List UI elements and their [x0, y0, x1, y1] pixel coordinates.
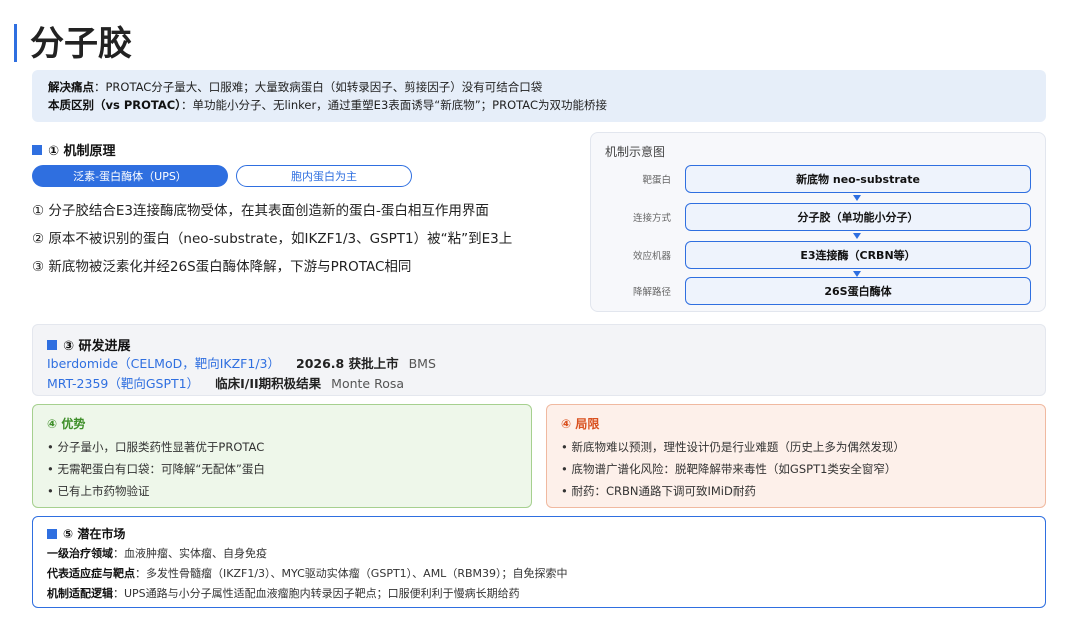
- progress-heading: ③ 研发进展: [47, 335, 1031, 354]
- progress-heading-text: ③ 研发进展: [63, 339, 131, 354]
- drug-company: BMS: [408, 356, 436, 371]
- diagram-row-pathway: 降解路径 26S蛋白酶体: [605, 277, 1031, 305]
- drug-status: 2026.8 获批上市: [296, 356, 399, 371]
- difference-text: ：单功能小分子、无linker，通过重塑E3表面诱导“新底物”；PROTAC为双…: [180, 98, 607, 112]
- pain-point-row: 解决痛点：PROTAC分子量大、口服难；大量致病蛋白（如转录因子、剪接因子）没有…: [48, 78, 1030, 96]
- limitation-item: • 耐药：CRBN通路下调可致IMiD耐药: [561, 484, 756, 498]
- mechanism-step: ② 原本不被识别的蛋白（neo-substrate，如IKZF1/3、GSPT1…: [32, 231, 513, 247]
- advantage-item: • 已有上市药物验证: [47, 484, 150, 498]
- down-arrow-icon: [853, 233, 861, 239]
- market-heading: ⑤ 潜在市场: [47, 525, 1031, 542]
- tab-intracellular[interactable]: 胞内蛋白为主: [236, 165, 412, 187]
- limitation-item: • 新底物难以预测，理性设计仍是行业难题（历史上多为偶然发现）: [561, 440, 905, 454]
- diagram-row-linker: 连接方式 分子胶（单功能小分子）: [605, 203, 1031, 231]
- diagram-row-label: 靶蛋白: [642, 175, 671, 186]
- limitation-item: • 底物谱广谱化风险：脱靶降解带来毒性（如GSPT1类安全窗窄）: [561, 462, 897, 476]
- limitations-card: ④ 局限 • 新底物难以预测，理性设计仍是行业难题（历史上多为偶然发现） • 底…: [546, 404, 1046, 508]
- diagram-box: 分子胶（单功能小分子）: [685, 203, 1031, 231]
- advantages-card: ④ 优势 • 分子量小，口服类药性显著优于PROTAC • 无需靶蛋白有口袋：可…: [32, 404, 532, 508]
- market-row-label: 代表适应症与靶点: [47, 567, 135, 580]
- summary-banner: 解决痛点：PROTAC分子量大、口服难；大量致病蛋白（如转录因子、剪接因子）没有…: [32, 70, 1046, 122]
- market-row-label: 一级治疗领域: [47, 547, 113, 560]
- difference-label: 本质区别（vs PROTAC）: [48, 98, 181, 112]
- difference-row: 本质区别（vs PROTAC）：单功能小分子、无linker，通过重塑E3表面诱…: [48, 96, 1030, 114]
- progress-item: MRT-2359（靶向GSPT1） 临床I/II期积极结果 Monte Rosa: [47, 374, 1031, 394]
- pain-point-label: 解决痛点: [48, 80, 94, 94]
- market-row-text: ：血液肿瘤、实体瘤、自身免疫: [113, 547, 267, 560]
- advantages-heading: ④ 优势: [47, 417, 86, 431]
- diagram-box: 26S蛋白酶体: [685, 277, 1031, 305]
- diagram-row-label: 连接方式: [632, 213, 671, 224]
- advantage-item: • 无需靶蛋白有口袋：可降解“无配体”蛋白: [47, 462, 265, 476]
- square-bullet-icon: [47, 339, 57, 350]
- tab-ups[interactable]: 泛素-蛋白酶体（UPS）: [32, 165, 228, 187]
- mechanism-section: ① 机制原理 泛素-蛋白酶体（UPS） 胞内蛋白为主 ① 分子胶结合E3连接酶底…: [32, 140, 572, 281]
- progress-section: ③ 研发进展 Iberdomide（CELMoD，靶向IKZF1/3） 2026.…: [32, 324, 1046, 396]
- down-arrow-icon: [853, 195, 861, 201]
- title-accent-bar: [14, 24, 17, 62]
- diagram-row-label: 降解路径: [632, 287, 671, 298]
- pain-point-text: ：PROTAC分子量大、口服难；大量致病蛋白（如转录因子、剪接因子）没有可结合口…: [94, 80, 543, 94]
- mechanism-heading: ① 机制原理: [32, 140, 572, 159]
- page-title: 分子胶: [30, 24, 132, 64]
- drug-status: 临床I/II期积极结果: [215, 376, 322, 391]
- market-row-text: ：多发性骨髓瘤（IKZF1/3）、MYC驱动实体瘤（GSPT1）、AML（RBM…: [135, 567, 568, 580]
- diagram-row-target: 靶蛋白 新底物 neo-substrate: [605, 165, 1031, 193]
- market-row-label: 机制适配逻辑: [47, 587, 113, 600]
- market-row: 一级治疗领域：血液肿瘤、实体瘤、自身免疫: [47, 544, 1031, 564]
- diagram-row-label: 效应机器: [632, 251, 671, 262]
- market-row: 代表适应症与靶点：多发性骨髓瘤（IKZF1/3）、MYC驱动实体瘤（GSPT1）…: [47, 564, 1031, 584]
- mechanism-steps: ① 分子胶结合E3连接酶底物受体，在其表面创造新的蛋白-蛋白相互作用界面 ② 原…: [32, 197, 572, 281]
- progress-item: Iberdomide（CELMoD，靶向IKZF1/3） 2026.8 获批上市 B…: [47, 354, 1031, 374]
- square-bullet-icon: [47, 528, 57, 539]
- mechanism-step: ③ 新底物被泛素化并经26S蛋白酶体降解，下游与PROTAC相同: [32, 259, 412, 275]
- diagram-box: 新底物 neo-substrate: [685, 165, 1031, 193]
- market-heading-text: ⑤ 潜在市场: [63, 527, 126, 541]
- limitations-heading: ④ 局限: [561, 417, 600, 431]
- diagram-row-effector: 效应机器 E3连接酶（CRBN等）: [605, 241, 1031, 269]
- advantage-item: • 分子量小，口服类药性显著优于PROTAC: [47, 440, 265, 454]
- market-section: ⑤ 潜在市场 一级治疗领域：血液肿瘤、实体瘤、自身免疫 代表适应症与靶点：多发性…: [32, 516, 1046, 608]
- market-row: 机制适配逻辑：UPS通路与小分子属性适配血液瘤胞内转录因子靶点；口服便利利于慢病…: [47, 584, 1031, 604]
- diagram-title: 机制示意图: [605, 145, 666, 159]
- mechanism-step: ① 分子胶结合E3连接酶底物受体，在其表面创造新的蛋白-蛋白相互作用界面: [32, 203, 489, 219]
- square-bullet-icon: [32, 144, 42, 155]
- drug-company: Monte Rosa: [331, 376, 405, 391]
- mechanism-tabs: 泛素-蛋白酶体（UPS） 胞内蛋白为主: [32, 165, 572, 187]
- mechanism-diagram: 机制示意图 靶蛋白 新底物 neo-substrate 连接方式 分子胶（单功能…: [590, 132, 1046, 312]
- mechanism-heading-text: ① 机制原理: [48, 144, 116, 159]
- market-row-text: ：UPS通路与小分子属性适配血液瘤胞内转录因子靶点；口服便利利于慢病长期给药: [113, 587, 520, 600]
- drug-name: Iberdomide（CELMoD，靶向IKZF1/3）: [47, 356, 280, 371]
- diagram-box: E3连接酶（CRBN等）: [685, 241, 1031, 269]
- drug-name: MRT-2359（靶向GSPT1）: [47, 376, 200, 391]
